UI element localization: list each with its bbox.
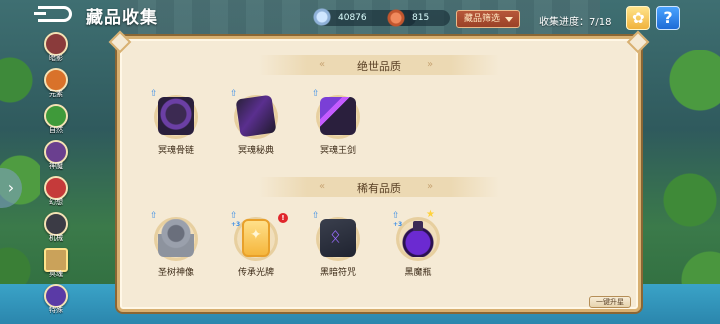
sacred-statue-icon	[158, 219, 194, 257]
category-sidebar: 暗影 元素 自然 神魔 幻想 机械 冥魂 特殊	[38, 30, 74, 324]
light-card-icon	[242, 219, 270, 257]
star-icon: ★	[426, 209, 435, 220]
sidebar-item-label: 元素	[49, 90, 63, 98]
collection-item[interactable]: ⇧ 黑暗符咒	[306, 207, 370, 283]
item-name: 黑暗符咒	[319, 268, 356, 278]
background-foliage-right	[640, 50, 720, 300]
upgrade-arrow-icon: ⇧	[230, 89, 238, 99]
caret-down-icon	[505, 17, 513, 22]
dark-bottle-icon	[400, 219, 436, 257]
upgrade-arrow-icon: ⇧	[230, 211, 238, 221]
ore-currency: 815	[386, 8, 450, 28]
back-arrow-icon[interactable]	[34, 6, 72, 22]
collection-item[interactable]: ⇧ 冥魂王剑	[306, 85, 370, 161]
ore-amount: 815	[412, 13, 430, 23]
dark-tome-icon	[235, 94, 277, 138]
sidebar-item-label: 特殊	[49, 306, 63, 314]
sidebar-item-label: 冥魂	[49, 270, 63, 278]
filter-label: 藏品筛选	[464, 14, 501, 24]
alert-badge: !	[278, 213, 288, 223]
level-badge: +3	[393, 221, 403, 228]
item-name: 圣树神像	[157, 268, 194, 278]
section-header-legendary: « 绝世品质 »	[120, 55, 638, 75]
crystal-amount: 40876	[338, 13, 367, 23]
chevron-left-icon: «	[319, 59, 326, 70]
item-name: 黑魔瓶	[404, 268, 432, 278]
collection-progress: 收集进度：7/18	[539, 17, 612, 28]
crystal-icon	[312, 8, 332, 28]
upgrade-all-button[interactable]: 一键升星	[589, 296, 631, 308]
item-name: 冥魂骨链	[157, 146, 194, 156]
level-badge: +3	[231, 221, 241, 228]
dark-rune-icon	[320, 219, 356, 257]
sidebar-item-soul[interactable]: 冥魂	[38, 248, 74, 282]
soul-sword-icon	[320, 97, 356, 135]
item-name: 冥魂王剑	[319, 146, 356, 156]
sidebar-item-demon[interactable]: 神魔	[38, 140, 74, 174]
upgrade-arrow-icon: ⇧	[312, 89, 320, 99]
sidebar-item-machine[interactable]: 机械	[38, 212, 74, 246]
sidebar-item-fantasy[interactable]: 幻想	[38, 176, 74, 210]
upgrade-arrow-icon: ⇧	[150, 89, 158, 99]
collection-item[interactable]: ⇧ 圣树神像	[144, 207, 208, 283]
sidebar-item-label: 神魔	[49, 162, 63, 170]
section-header-rare: « 稀有品质 »	[120, 177, 638, 197]
chevron-right-icon: »	[427, 181, 434, 192]
chevron-right-icon: »	[427, 59, 434, 70]
sidebar-item-shadow[interactable]: 暗影	[38, 32, 74, 66]
skull-necklace-icon	[158, 97, 194, 135]
collection-item[interactable]: ⇧ 冥魂骨链	[144, 85, 208, 161]
lotus-icon[interactable]	[626, 6, 650, 30]
collection-item[interactable]: ⇧ 冥魂秘典	[224, 85, 288, 161]
collection-panel: « 绝世品质 » ⇧ 冥魂骨链 ⇧ 冥魂秘典 ⇧ 冥魂王剑 « 稀有品质 » ⇧…	[117, 36, 641, 312]
help-button[interactable]: ?	[656, 6, 680, 30]
chevron-left-icon: «	[319, 181, 326, 192]
section-title: 绝世品质	[357, 60, 401, 73]
sidebar-item-label: 暗影	[49, 54, 63, 62]
upgrade-arrow-icon: ⇧	[312, 211, 320, 221]
sidebar-item-label: 幻想	[49, 198, 63, 206]
sidebar-item-label: 机械	[49, 234, 63, 242]
upgrade-arrow-icon: ⇧	[150, 211, 158, 221]
item-name: 冥魂秘典	[237, 146, 274, 156]
item-name: 传承光牌	[237, 268, 274, 278]
collection-filter-dropdown[interactable]: 藏品筛选	[456, 10, 520, 28]
ore-icon	[386, 8, 406, 28]
sidebar-item-label: 自然	[49, 126, 63, 134]
sidebar-item-element[interactable]: 元素	[38, 68, 74, 102]
upgrade-arrow-icon: ⇧	[392, 211, 400, 221]
page-title: 藏品收集	[86, 8, 158, 28]
sidebar-item-special[interactable]: 特殊	[38, 284, 74, 318]
background-foliage-left	[0, 40, 40, 290]
sidebar-item-nature[interactable]: 自然	[38, 104, 74, 138]
section-title: 稀有品质	[357, 182, 401, 195]
collection-item[interactable]: ⇧ +3 ★ 黑魔瓶	[386, 207, 450, 283]
collection-item[interactable]: ⇧ +3 ! 传承光牌	[224, 207, 288, 283]
